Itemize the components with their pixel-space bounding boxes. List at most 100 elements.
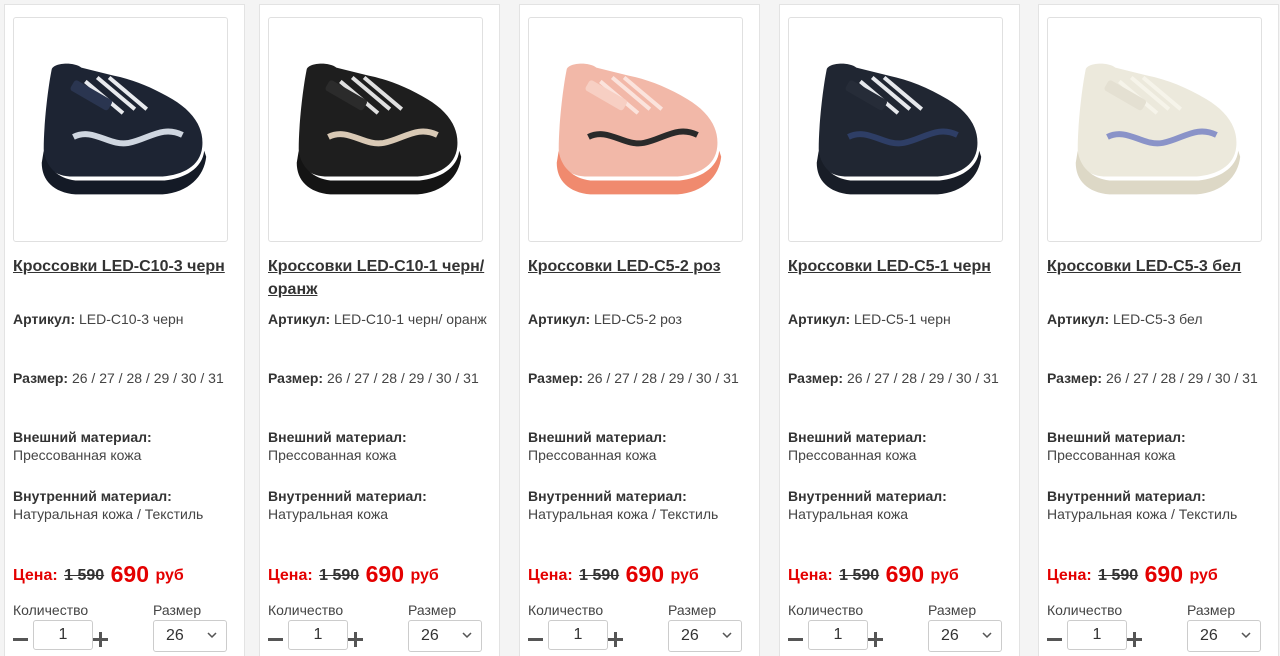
inner-material-value: Натуральная кожа	[268, 506, 389, 522]
product-title-link[interactable]: Кроссовки LED-C10-1 черн/оранж	[268, 255, 493, 301]
article-spec: Артикул: LED-C5-2 роз	[528, 310, 750, 328]
quantity-increment-button[interactable]	[868, 626, 884, 652]
price-label: Цена:	[788, 567, 833, 584]
price-label: Цена:	[1047, 567, 1092, 584]
quantity-decrement-button[interactable]	[13, 626, 29, 652]
price-block: Цена: 1 590 690 руб	[268, 561, 439, 588]
currency: руб	[930, 567, 959, 584]
old-price: 1 590	[319, 567, 360, 584]
article-value: LED-C5-2 роз	[594, 311, 682, 327]
currency: руб	[670, 567, 699, 584]
quantity-increment-button[interactable]	[93, 626, 109, 652]
article-spec: Артикул: LED-C10-1 черн/ оранж	[268, 310, 490, 328]
size-value: 26 / 27 / 28 / 29 / 30 / 31	[846, 370, 999, 386]
quantity-decrement-button[interactable]	[1047, 626, 1063, 652]
size-select-label: Размер	[928, 602, 977, 618]
price-block: Цена: 1 590 690 руб	[1047, 561, 1218, 588]
quantity-label: Количество	[788, 602, 864, 618]
old-price: 1 590	[579, 567, 620, 584]
quantity-input[interactable]	[288, 620, 348, 650]
chevron-down-icon	[1241, 632, 1251, 639]
product-image[interactable]	[268, 17, 483, 242]
product-card: Кроссовки LED-C10-1 черн/оранж Артикул: …	[259, 4, 500, 656]
article-label: Артикул:	[13, 311, 76, 327]
size-select[interactable]: 26	[928, 620, 1002, 652]
outer-material-value: Прессованная кожа	[268, 447, 397, 463]
product-image[interactable]	[788, 17, 1003, 242]
size-spec: Размер: 26 / 27 / 28 / 29 / 30 / 31	[528, 369, 750, 387]
product-grid: Кроссовки LED-C10-3 черн Артикул: LED-C1…	[0, 0, 1280, 656]
inner-material-label: Внутренний материал:	[1047, 488, 1206, 504]
currency: руб	[410, 567, 439, 584]
quantity-label: Количество	[1047, 602, 1123, 618]
inner-material-spec: Внутренний материал: Натуральная кожа / Т…	[13, 487, 235, 523]
outer-material-value: Прессованная кожа	[528, 447, 657, 463]
product-image[interactable]	[13, 17, 228, 242]
outer-material-spec: Внешний материал: Прессованная кожа	[1047, 428, 1269, 464]
product-card: Кроссовки LED-C10-3 черн Артикул: LED-C1…	[4, 4, 245, 656]
old-price: 1 590	[64, 567, 105, 584]
quantity-label: Количество	[13, 602, 89, 618]
inner-material-label: Внутренний материал:	[13, 488, 172, 504]
inner-material-value: Натуральная кожа / Текстиль	[1047, 506, 1238, 522]
size-label: Размер:	[13, 370, 69, 386]
price-label: Цена:	[268, 567, 313, 584]
quantity-increment-button[interactable]	[348, 626, 364, 652]
quantity-increment-button[interactable]	[608, 626, 624, 652]
product-image[interactable]	[528, 17, 743, 242]
outer-material-label: Внешний материал:	[1047, 429, 1186, 445]
size-select[interactable]: 26	[408, 620, 482, 652]
product-title-link[interactable]: Кроссовки LED-C5-2 роз	[528, 255, 753, 278]
price-label: Цена:	[13, 567, 58, 584]
quantity-input[interactable]	[808, 620, 868, 650]
quantity-input[interactable]	[1067, 620, 1127, 650]
inner-material-spec: Внутренний материал: Натуральная кожа	[268, 487, 490, 523]
sneaker-image	[529, 18, 742, 241]
quantity-input[interactable]	[33, 620, 93, 650]
outer-material-label: Внешний материал:	[13, 429, 152, 445]
quantity-decrement-button[interactable]	[528, 626, 544, 652]
quantity-decrement-button[interactable]	[268, 626, 284, 652]
inner-material-label: Внутренний материал:	[788, 488, 947, 504]
outer-material-value: Прессованная кожа	[1047, 447, 1176, 463]
sneaker-image	[14, 18, 227, 241]
outer-material-value: Прессованная кожа	[788, 447, 917, 463]
size-select-value: 26	[941, 627, 959, 644]
product-title-link[interactable]: Кроссовки LED-C5-3 бел	[1047, 255, 1272, 278]
quantity-input[interactable]	[548, 620, 608, 650]
quantity-decrement-button[interactable]	[788, 626, 804, 652]
size-spec: Размер: 26 / 27 / 28 / 29 / 30 / 31	[13, 369, 235, 387]
outer-material-label: Внешний материал:	[268, 429, 407, 445]
chevron-down-icon	[982, 632, 992, 639]
size-select[interactable]: 26	[1187, 620, 1261, 652]
size-select[interactable]: 26	[153, 620, 227, 652]
size-spec: Размер: 26 / 27 / 28 / 29 / 30 / 31	[268, 369, 490, 387]
product-title-link[interactable]: Кроссовки LED-C10-3 черн	[13, 255, 238, 278]
inner-material-label: Внутренний материал:	[268, 488, 427, 504]
size-spec: Размер: 26 / 27 / 28 / 29 / 30 / 31	[788, 369, 1010, 387]
inner-material-spec: Внутренний материал: Натуральная кожа	[788, 487, 1010, 523]
article-value: LED-C5-1 черн	[854, 311, 951, 327]
new-price: 690	[110, 561, 149, 587]
price-label: Цена:	[528, 567, 573, 584]
sneaker-image	[1048, 18, 1261, 241]
sneaker-image	[269, 18, 482, 241]
size-select[interactable]: 26	[668, 620, 742, 652]
quantity-label: Количество	[528, 602, 604, 618]
article-value: LED-C10-1 черн/ оранж	[334, 311, 487, 327]
size-select-label: Размер	[408, 602, 457, 618]
chevron-down-icon	[722, 632, 732, 639]
size-select-label: Размер	[1187, 602, 1236, 618]
product-title-link[interactable]: Кроссовки LED-C5-1 черн	[788, 255, 1013, 278]
quantity-increment-button[interactable]	[1127, 626, 1143, 652]
size-value: 26 / 27 / 28 / 29 / 30 / 31	[71, 370, 224, 386]
article-label: Артикул:	[1047, 311, 1110, 327]
size-select-value: 26	[421, 627, 439, 644]
price-block: Цена: 1 590 690 руб	[788, 561, 959, 588]
product-image[interactable]	[1047, 17, 1262, 242]
outer-material-value: Прессованная кожа	[13, 447, 142, 463]
sneaker-image	[789, 18, 1002, 241]
size-select-label: Размер	[668, 602, 717, 618]
size-spec: Размер: 26 / 27 / 28 / 29 / 30 / 31	[1047, 369, 1269, 387]
size-label: Размер:	[1047, 370, 1103, 386]
